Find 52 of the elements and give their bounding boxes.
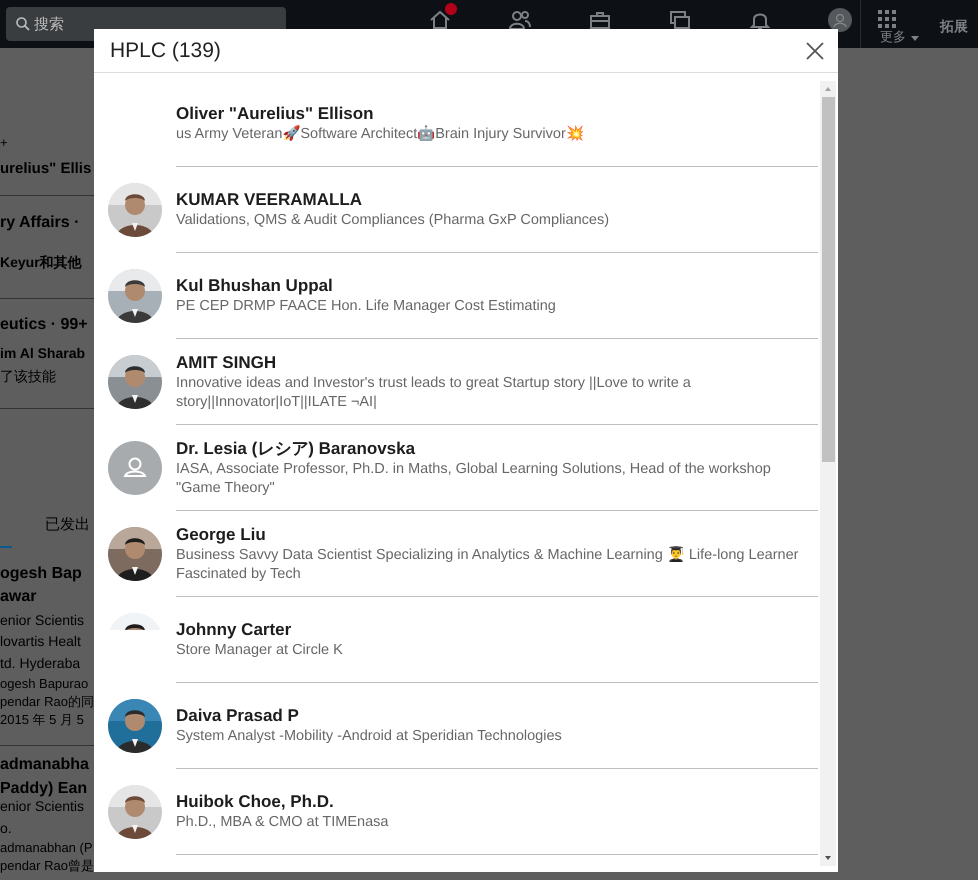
person-headline: Business Savvy Data Scientist Specializing in Analytics & Machine Learning 👨‍🎓 Life-long Learner Fascinated by Tech xyxy=(176,546,800,584)
background-text: pendar Rao曾是 xyxy=(0,858,94,874)
background-text: Keyur和其他 xyxy=(0,254,82,270)
person-headline: us Army Veteran🚀Software Architect🤖Brain Injury Survivor💥 xyxy=(176,125,585,144)
person-name[interactable]: Kul Bhushan Uppal xyxy=(176,275,333,297)
close-button[interactable] xyxy=(804,40,826,62)
background-text: urelius" Ellis xyxy=(0,161,92,177)
background-text: ogesh Bapurao xyxy=(0,676,88,692)
people-icon[interactable] xyxy=(508,8,532,32)
person-name[interactable]: Daiva Prasad P xyxy=(176,705,299,727)
background-text: lovartis Healt xyxy=(0,633,81,649)
scrollbar[interactable] xyxy=(820,81,836,866)
background-text: eutics · 99+ xyxy=(0,317,88,333)
nav-link[interactable]: 拓展 xyxy=(940,19,968,33)
search-icon xyxy=(15,16,31,32)
person-name[interactable]: KUMAR VEERAMALLA xyxy=(176,189,362,211)
person-name[interactable]: George Liu xyxy=(176,524,266,546)
person-name[interactable]: Oliver "Aurelius" Ellison xyxy=(176,103,374,125)
background-text: ogesh Bap xyxy=(0,566,82,582)
avatar-placeholder-icon xyxy=(108,441,162,495)
background-text: enior Scientis xyxy=(0,612,84,628)
background-text: o. xyxy=(0,820,12,836)
avatar-icon[interactable] xyxy=(828,8,852,32)
person-headline: Store Manager at Circle K xyxy=(176,641,344,660)
background-text: pendar Rao的同 xyxy=(0,694,94,710)
background-text: 2015 年 5 月 5 xyxy=(0,712,84,728)
person-headline: IASA, Associate Professor, Ph.D. in Maths, Global Learning Solutions, Head of the workshop "Game Theory" xyxy=(176,460,772,498)
background-text: awar xyxy=(0,589,36,605)
caret-icon xyxy=(911,36,919,41)
person-name[interactable]: AMIT SINGH xyxy=(176,352,276,374)
person-headline: Validations, QMS & Audit Compliances (Pharma GxP Compliances) xyxy=(176,211,610,230)
background-text: Paddy) Ean xyxy=(0,781,88,797)
close-icon xyxy=(806,42,824,60)
person-headline: Innovative ideas and Investor's trust leads to great Startup story ||Love to write a story||Innovator|IoT||ILATE ¬AI| xyxy=(176,374,692,412)
background-text: td. Hyderaba xyxy=(0,655,80,671)
background-text: im Al Sharab xyxy=(0,345,86,361)
person-name[interactable]: Johnny Carter xyxy=(176,619,292,641)
person-headline: Ph.D., MBA & CMO at TIMEnasa xyxy=(176,813,390,832)
background-text: admanabha xyxy=(0,757,89,773)
chat-icon[interactable] xyxy=(668,8,692,32)
background-text: 了该技能 xyxy=(0,368,56,384)
more-label[interactable]: 更多 xyxy=(880,30,906,43)
background-text: + xyxy=(0,135,8,151)
scroll-thumb[interactable] xyxy=(822,97,834,462)
person-headline: PE CEP DRMP FAACE Hon. Life Manager Cost Estimating xyxy=(176,297,557,316)
background-text: ry Affairs · xyxy=(0,215,80,231)
background-text: admanabhan (P xyxy=(0,840,93,856)
person-headline: System Analyst -Mobility -Android at Speridian Technologies xyxy=(176,727,563,746)
home-icon[interactable] xyxy=(428,8,452,32)
background-text: enior Scientis xyxy=(0,798,84,814)
person-name[interactable]: Dr. Lesia (レシア) Baranovska xyxy=(176,438,416,460)
person-name[interactable]: Huibok Choe, Ph.D. xyxy=(176,791,334,813)
